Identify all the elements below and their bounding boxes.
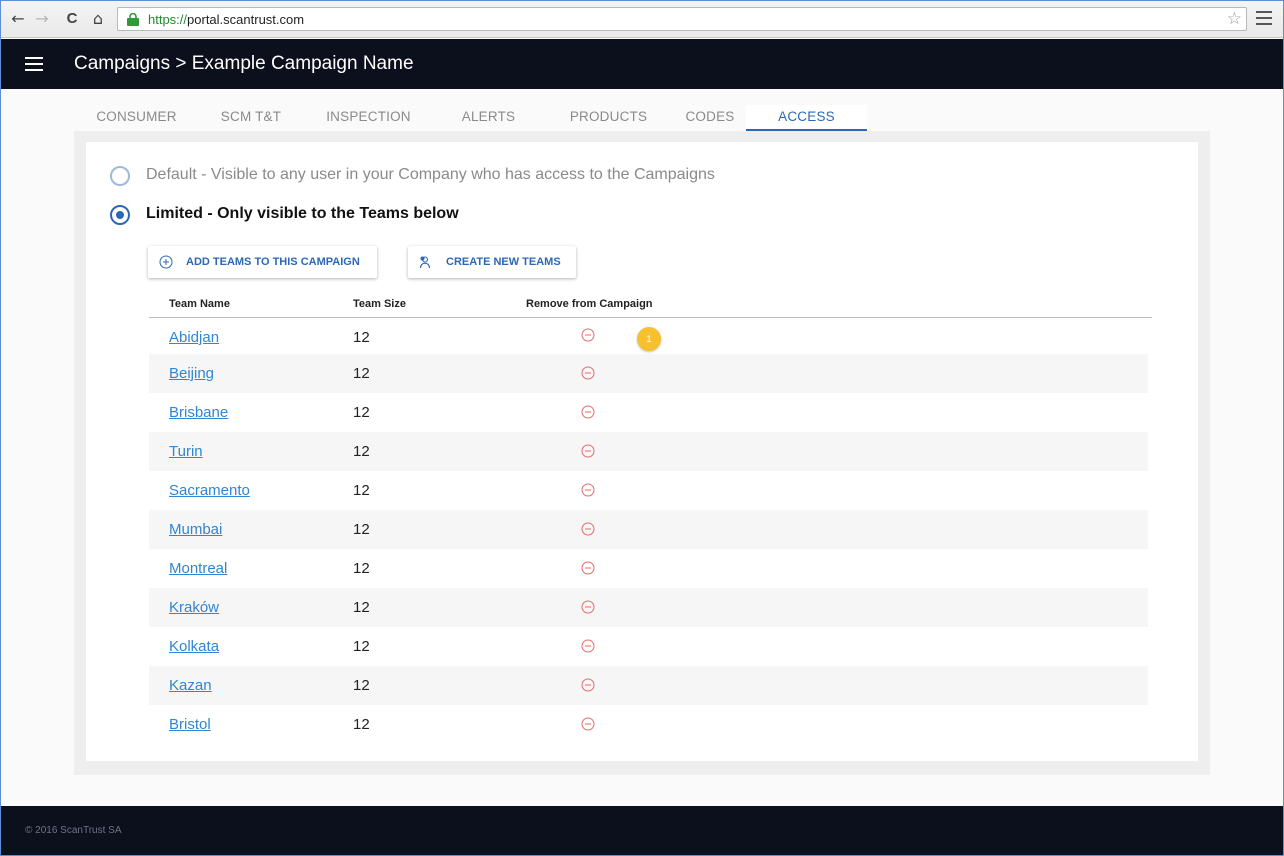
team-size: 12 [353, 599, 370, 616]
remove-circle-icon[interactable] [581, 366, 595, 380]
app-header: Campaigns > Example Campaign Name [1, 39, 1283, 89]
remove-circle-icon[interactable] [581, 444, 595, 458]
add-teams-button[interactable]: ADD TEAMS TO THIS CAMPAIGN [148, 246, 377, 278]
table-row: Beijing 12 [149, 354, 1148, 393]
team-size: 12 [353, 443, 370, 460]
team-name-link[interactable]: Brisbane [169, 404, 228, 421]
table-row: Montreal 12 [149, 549, 1148, 588]
add-teams-label: ADD TEAMS TO THIS CAMPAIGN [186, 256, 360, 268]
tab-scm-tt[interactable]: SCM T&T [199, 105, 303, 131]
team-name-link[interactable]: Beijing [169, 365, 214, 382]
forward-arrow-icon[interactable]: → [33, 10, 51, 28]
remove-circle-icon[interactable] [581, 522, 595, 536]
lock-icon [127, 13, 139, 26]
default-visibility-label: Default - Visible to any user in your Co… [146, 166, 715, 183]
team-size: 12 [353, 521, 370, 538]
tab-alerts[interactable]: ALERTS [434, 105, 543, 131]
table-row: Turin 12 [149, 432, 1148, 471]
home-icon[interactable]: ⌂ [89, 10, 107, 28]
team-name-link[interactable]: Kazan [169, 677, 212, 694]
tab-codes[interactable]: CODES [674, 105, 746, 131]
breadcrumb-title: Campaigns > Example Campaign Name [74, 53, 414, 74]
users-icon [419, 256, 431, 269]
copyright-text: © 2016 ScanTrust SA [25, 825, 122, 836]
remove-circle-icon[interactable] [581, 483, 595, 497]
remove-circle-icon[interactable] [581, 678, 595, 692]
team-size: 12 [353, 677, 370, 694]
browser-menu-icon[interactable] [1256, 11, 1272, 25]
table-row: Brisbane 12 [149, 393, 1148, 432]
teams-table: Abidjan 12 Beijing 12 Brisbane 12 Turin … [149, 318, 1148, 744]
hamburger-menu-icon[interactable] [25, 57, 43, 71]
annotation-badge: 1 [637, 327, 661, 351]
default-visibility-radio[interactable] [110, 166, 130, 186]
create-teams-label: CREATE NEW TEAMS [446, 256, 561, 268]
tab-products[interactable]: PRODUCTS [543, 105, 674, 131]
reload-icon[interactable]: C [63, 10, 81, 28]
team-size: 12 [353, 716, 370, 733]
team-size: 12 [353, 365, 370, 382]
team-name-link[interactable]: Bristol [169, 716, 211, 733]
limited-visibility-radio[interactable] [110, 205, 130, 225]
url-scheme: https:// [148, 12, 188, 27]
address-bar[interactable]: https://portal.scantrust.com ☆ [117, 7, 1247, 31]
remove-circle-icon[interactable] [581, 639, 595, 653]
remove-circle-icon[interactable] [581, 561, 595, 575]
team-name-link[interactable]: Turin [169, 443, 203, 460]
team-name-link[interactable]: Kraków [169, 599, 219, 616]
table-row: Kazan 12 [149, 666, 1148, 705]
team-name-link[interactable]: Sacramento [169, 482, 250, 499]
remove-circle-icon[interactable] [581, 328, 595, 342]
back-arrow-icon[interactable]: ← [9, 10, 27, 28]
remove-circle-icon[interactable] [581, 717, 595, 731]
team-size: 12 [353, 482, 370, 499]
create-teams-button[interactable]: CREATE NEW TEAMS [408, 246, 576, 278]
tab-consumer[interactable]: CONSUMER [74, 105, 199, 131]
table-row: Kraków 12 [149, 588, 1148, 627]
browser-window: ← → C ⌂ https://portal.scantrust.com ☆ C… [0, 0, 1284, 856]
remove-circle-icon[interactable] [581, 600, 595, 614]
app-footer: © 2016 ScanTrust SA [1, 806, 1283, 855]
team-name-link[interactable]: Mumbai [169, 521, 222, 538]
column-header-team-size: Team Size [353, 298, 406, 310]
team-size: 12 [353, 329, 370, 346]
limited-visibility-label: Limited - Only visible to the Teams belo… [146, 205, 459, 222]
team-name-link[interactable]: Kolkata [169, 638, 219, 655]
bookmark-star-icon[interactable]: ☆ [1227, 10, 1242, 28]
url-host: portal.scantrust.com [187, 12, 305, 27]
column-header-remove: Remove from Campaign [526, 298, 653, 310]
table-row: Bristol 12 [149, 705, 1148, 744]
remove-circle-icon[interactable] [581, 405, 595, 419]
team-name-link[interactable]: Abidjan [169, 329, 219, 346]
url-text: https://portal.scantrust.com [148, 12, 304, 27]
team-size: 12 [353, 404, 370, 421]
table-row: Mumbai 12 [149, 510, 1148, 549]
table-row: Sacramento 12 [149, 471, 1148, 510]
browser-toolbar: ← → C ⌂ https://portal.scantrust.com ☆ [1, 1, 1283, 38]
team-size: 12 [353, 638, 370, 655]
table-row: Kolkata 12 [149, 627, 1148, 666]
add-circle-icon [159, 255, 173, 269]
team-size: 12 [353, 560, 370, 577]
team-name-link[interactable]: Montreal [169, 560, 227, 577]
column-header-team-name: Team Name [169, 298, 230, 310]
tab-inspection[interactable]: INSPECTION [303, 105, 434, 131]
tab-access[interactable]: ACCESS [746, 105, 867, 131]
